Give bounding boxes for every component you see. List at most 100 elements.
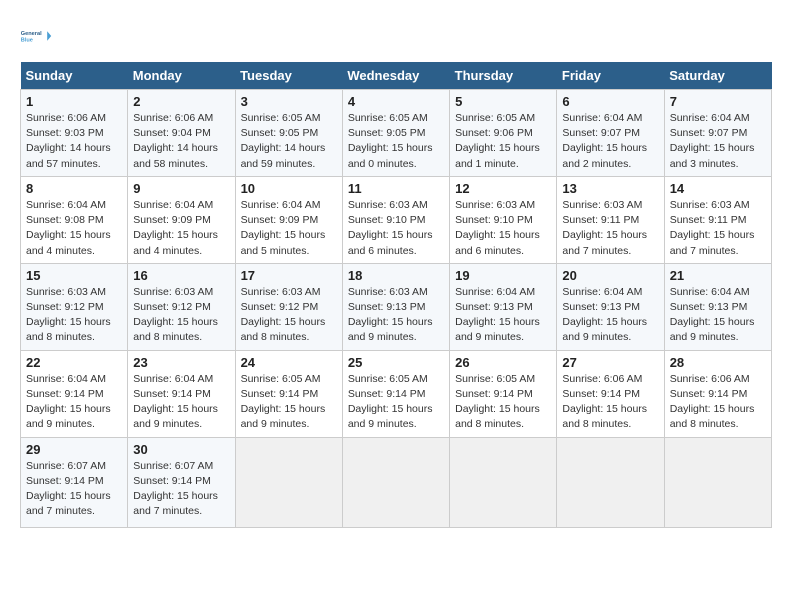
day-of-week-header: Monday — [128, 62, 235, 90]
day-number: 28 — [670, 355, 766, 370]
day-number: 3 — [241, 94, 337, 109]
day-number: 1 — [26, 94, 122, 109]
day-info: Sunrise: 6:05 AM Sunset: 9:14 PM Dayligh… — [455, 372, 551, 433]
day-of-week-header: Tuesday — [235, 62, 342, 90]
day-info: Sunrise: 6:03 AM Sunset: 9:11 PM Dayligh… — [670, 198, 766, 259]
day-info: Sunrise: 6:03 AM Sunset: 9:12 PM Dayligh… — [241, 285, 337, 346]
day-info: Sunrise: 6:06 AM Sunset: 9:04 PM Dayligh… — [133, 111, 229, 172]
calendar-day-cell: 21 Sunrise: 6:04 AM Sunset: 9:13 PM Dayli… — [664, 263, 771, 350]
calendar-header-row: SundayMondayTuesdayWednesdayThursdayFrid… — [21, 62, 772, 90]
day-of-week-header: Thursday — [450, 62, 557, 90]
day-number: 16 — [133, 268, 229, 283]
calendar-day-cell: 23 Sunrise: 6:04 AM Sunset: 9:14 PM Dayli… — [128, 350, 235, 437]
calendar-day-cell: 18 Sunrise: 6:03 AM Sunset: 9:13 PM Dayli… — [342, 263, 449, 350]
day-info: Sunrise: 6:04 AM Sunset: 9:13 PM Dayligh… — [670, 285, 766, 346]
day-number: 17 — [241, 268, 337, 283]
calendar-week-row: 15 Sunrise: 6:03 AM Sunset: 9:12 PM Dayli… — [21, 263, 772, 350]
day-number: 26 — [455, 355, 551, 370]
calendar-day-cell: 7 Sunrise: 6:04 AM Sunset: 9:07 PM Daylig… — [664, 90, 771, 177]
day-number: 2 — [133, 94, 229, 109]
calendar-day-cell — [664, 437, 771, 527]
day-info: Sunrise: 6:03 AM Sunset: 9:13 PM Dayligh… — [348, 285, 444, 346]
day-number: 13 — [562, 181, 658, 196]
day-of-week-header: Sunday — [21, 62, 128, 90]
calendar-day-cell: 17 Sunrise: 6:03 AM Sunset: 9:12 PM Dayli… — [235, 263, 342, 350]
day-info: Sunrise: 6:05 AM Sunset: 9:14 PM Dayligh… — [348, 372, 444, 433]
day-number: 5 — [455, 94, 551, 109]
calendar-day-cell: 12 Sunrise: 6:03 AM Sunset: 9:10 PM Dayli… — [450, 176, 557, 263]
day-number: 25 — [348, 355, 444, 370]
day-info: Sunrise: 6:06 AM Sunset: 9:14 PM Dayligh… — [670, 372, 766, 433]
day-info: Sunrise: 6:07 AM Sunset: 9:14 PM Dayligh… — [133, 459, 229, 520]
calendar-week-row: 22Sunrise: 6:04 AM Sunset: 9:14 PM Dayli… — [21, 350, 772, 437]
day-info: Sunrise: 6:04 AM Sunset: 9:14 PM Dayligh… — [26, 372, 122, 433]
calendar-day-cell: 5 Sunrise: 6:05 AM Sunset: 9:06 PM Daylig… — [450, 90, 557, 177]
day-number: 24 — [241, 355, 337, 370]
day-info: Sunrise: 6:07 AM Sunset: 9:14 PM Dayligh… — [26, 459, 122, 520]
day-of-week-header: Friday — [557, 62, 664, 90]
day-number: 10 — [241, 181, 337, 196]
calendar-day-cell: 26 Sunrise: 6:05 AM Sunset: 9:14 PM Dayli… — [450, 350, 557, 437]
calendar-day-cell: 16 Sunrise: 6:03 AM Sunset: 9:12 PM Dayli… — [128, 263, 235, 350]
day-info: Sunrise: 6:05 AM Sunset: 9:05 PM Dayligh… — [348, 111, 444, 172]
calendar-week-row: 8 Sunrise: 6:04 AM Sunset: 9:08 PM Daylig… — [21, 176, 772, 263]
calendar-table: SundayMondayTuesdayWednesdayThursdayFrid… — [20, 62, 772, 528]
calendar-day-cell: 24Sunrise: 6:05 AM Sunset: 9:14 PM Dayli… — [235, 350, 342, 437]
calendar-day-cell: 30 Sunrise: 6:07 AM Sunset: 9:14 PM Dayli… — [128, 437, 235, 527]
day-info: Sunrise: 6:04 AM Sunset: 9:13 PM Dayligh… — [455, 285, 551, 346]
day-of-week-header: Wednesday — [342, 62, 449, 90]
day-number: 15 — [26, 268, 122, 283]
day-info: Sunrise: 6:03 AM Sunset: 9:10 PM Dayligh… — [348, 198, 444, 259]
calendar-day-cell: 29 Sunrise: 6:07 AM Sunset: 9:14 PM Dayli… — [21, 437, 128, 527]
day-info: Sunrise: 6:04 AM Sunset: 9:08 PM Dayligh… — [26, 198, 122, 259]
day-of-week-header: Saturday — [664, 62, 771, 90]
calendar-day-cell: 11 Sunrise: 6:03 AM Sunset: 9:10 PM Dayli… — [342, 176, 449, 263]
calendar-day-cell: 4 Sunrise: 6:05 AM Sunset: 9:05 PM Daylig… — [342, 90, 449, 177]
logo-icon: GeneralBlue — [20, 20, 52, 52]
day-number: 19 — [455, 268, 551, 283]
day-number: 29 — [26, 442, 122, 457]
day-info: Sunrise: 6:04 AM Sunset: 9:07 PM Dayligh… — [670, 111, 766, 172]
calendar-day-cell: 3 Sunrise: 6:05 AM Sunset: 9:05 PM Daylig… — [235, 90, 342, 177]
day-info: Sunrise: 6:05 AM Sunset: 9:06 PM Dayligh… — [455, 111, 551, 172]
day-number: 11 — [348, 181, 444, 196]
calendar-day-cell: 25 Sunrise: 6:05 AM Sunset: 9:14 PM Dayli… — [342, 350, 449, 437]
day-info: Sunrise: 6:05 AM Sunset: 9:05 PM Dayligh… — [241, 111, 337, 172]
day-info: Sunrise: 6:06 AM Sunset: 9:03 PM Dayligh… — [26, 111, 122, 172]
day-number: 6 — [562, 94, 658, 109]
day-info: Sunrise: 6:03 AM Sunset: 9:10 PM Dayligh… — [455, 198, 551, 259]
day-info: Sunrise: 6:04 AM Sunset: 9:09 PM Dayligh… — [241, 198, 337, 259]
day-number: 23 — [133, 355, 229, 370]
day-number: 7 — [670, 94, 766, 109]
day-info: Sunrise: 6:04 AM Sunset: 9:14 PM Dayligh… — [133, 372, 229, 433]
calendar-week-row: 29 Sunrise: 6:07 AM Sunset: 9:14 PM Dayli… — [21, 437, 772, 527]
calendar-day-cell: 9Sunrise: 6:04 AM Sunset: 9:09 PM Daylig… — [128, 176, 235, 263]
calendar-day-cell: 14Sunrise: 6:03 AM Sunset: 9:11 PM Dayli… — [664, 176, 771, 263]
day-number: 27 — [562, 355, 658, 370]
logo: GeneralBlue — [20, 20, 52, 52]
page-header: GeneralBlue — [20, 20, 772, 52]
calendar-day-cell: 19 Sunrise: 6:04 AM Sunset: 9:13 PM Dayli… — [450, 263, 557, 350]
day-info: Sunrise: 6:04 AM Sunset: 9:13 PM Dayligh… — [562, 285, 658, 346]
day-info: Sunrise: 6:04 AM Sunset: 9:09 PM Dayligh… — [133, 198, 229, 259]
calendar-day-cell: 2 Sunrise: 6:06 AM Sunset: 9:04 PM Daylig… — [128, 90, 235, 177]
calendar-day-cell: 13 Sunrise: 6:03 AM Sunset: 9:11 PM Dayli… — [557, 176, 664, 263]
calendar-day-cell: 27Sunrise: 6:06 AM Sunset: 9:14 PM Dayli… — [557, 350, 664, 437]
calendar-day-cell: 15 Sunrise: 6:03 AM Sunset: 9:12 PM Dayli… — [21, 263, 128, 350]
calendar-week-row: 1 Sunrise: 6:06 AM Sunset: 9:03 PM Daylig… — [21, 90, 772, 177]
calendar-day-cell — [235, 437, 342, 527]
day-info: Sunrise: 6:03 AM Sunset: 9:12 PM Dayligh… — [133, 285, 229, 346]
day-number: 8 — [26, 181, 122, 196]
svg-text:General: General — [21, 31, 42, 37]
calendar-day-cell — [557, 437, 664, 527]
day-info: Sunrise: 6:03 AM Sunset: 9:11 PM Dayligh… — [562, 198, 658, 259]
day-number: 30 — [133, 442, 229, 457]
day-number: 20 — [562, 268, 658, 283]
day-info: Sunrise: 6:03 AM Sunset: 9:12 PM Dayligh… — [26, 285, 122, 346]
calendar-day-cell: 10 Sunrise: 6:04 AM Sunset: 9:09 PM Dayli… — [235, 176, 342, 263]
day-number: 12 — [455, 181, 551, 196]
day-number: 21 — [670, 268, 766, 283]
day-number: 18 — [348, 268, 444, 283]
calendar-day-cell: 22Sunrise: 6:04 AM Sunset: 9:14 PM Dayli… — [21, 350, 128, 437]
day-number: 4 — [348, 94, 444, 109]
